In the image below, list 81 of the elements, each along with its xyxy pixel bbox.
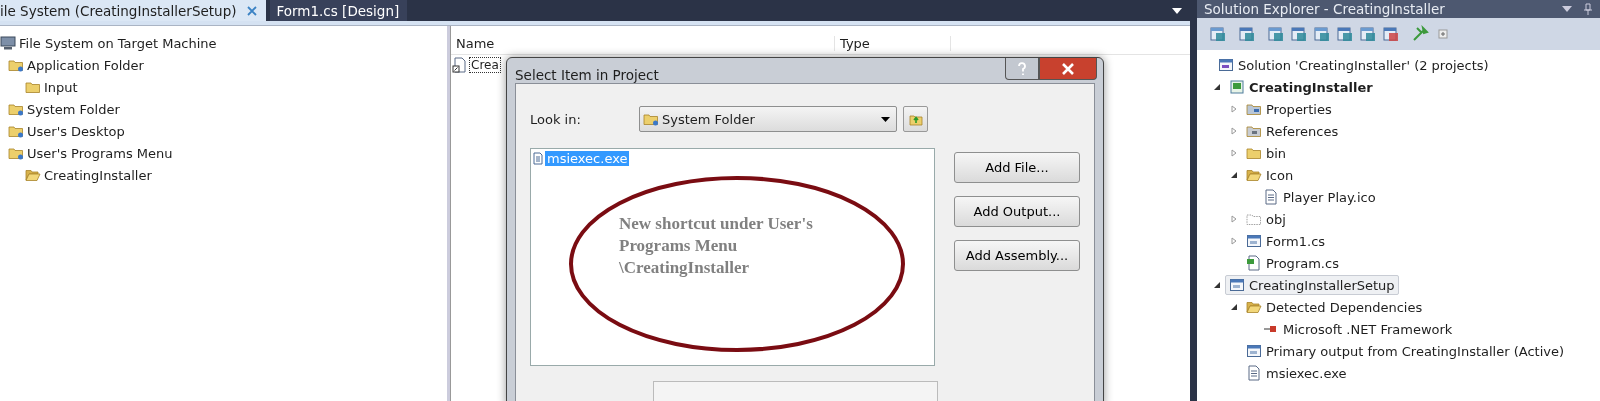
file-icon — [1246, 365, 1262, 381]
folder-icon — [1246, 101, 1262, 117]
tree-item[interactable]: CreatingInstallerSetup — [1225, 275, 1399, 295]
code-file-icon — [1246, 255, 1262, 271]
collapse-arrow-icon[interactable] — [1212, 83, 1221, 91]
expand-arrow-icon[interactable] — [1229, 127, 1238, 135]
help-button[interactable] — [1005, 58, 1039, 80]
expand-arrow-icon[interactable] — [1229, 215, 1238, 223]
close-icon[interactable] — [246, 4, 259, 17]
expand-arrow-icon[interactable] — [1229, 237, 1238, 245]
tree-item[interactable]: Icon — [1242, 165, 1298, 185]
collapse-arrow-icon[interactable] — [1212, 281, 1221, 289]
expand-arrow-icon[interactable] — [1229, 105, 1238, 113]
add-button[interactable]: Add Assembly... — [954, 240, 1080, 271]
tree-item[interactable]: Properties — [1242, 99, 1336, 119]
tree-item[interactable]: CreatingInstaller — [1225, 77, 1377, 97]
dropdown-arrow-icon — [881, 116, 890, 122]
folder-up-icon — [908, 112, 923, 126]
tree-item[interactable]: Player Play.ico — [1259, 187, 1380, 207]
tree-item[interactable]: User's Desktop — [27, 123, 125, 139]
column-header[interactable]: Name — [451, 35, 835, 51]
dashed-folder-icon — [1246, 211, 1262, 227]
folder-icon — [25, 79, 41, 95]
close-icon — [1061, 62, 1075, 75]
tree-item[interactable]: Input — [44, 79, 78, 95]
tree-item[interactable]: Program.cs — [1242, 253, 1343, 273]
collapse-arrow-icon[interactable] — [1229, 171, 1238, 179]
tree-item[interactable]: Microsoft .NET Framework — [1259, 319, 1457, 339]
tree-item[interactable]: Form1.cs — [1242, 231, 1330, 251]
computer-icon — [0, 35, 16, 51]
tree-item[interactable]: System Folder — [27, 101, 120, 117]
open-folder-icon — [25, 167, 41, 183]
expand-arrow-icon[interactable] — [1229, 149, 1238, 157]
window-icon[interactable] — [1336, 25, 1354, 43]
add-button[interactable]: Add File... — [954, 152, 1080, 183]
project-icon — [1229, 79, 1245, 95]
shortcut-icon — [452, 57, 468, 73]
look-in-dropdown[interactable]: System Folder — [639, 106, 897, 132]
annotation-text: New shortcut under User's Programs Menu \CreatingInstaller — [619, 213, 814, 279]
folder-icon — [8, 145, 24, 161]
tree-item[interactable]: Solution 'CreatingInstaller' (2 projects) — [1214, 55, 1493, 75]
window-icon — [1229, 277, 1245, 293]
tree-item[interactable]: User's Programs Menu — [27, 145, 173, 161]
tree-item[interactable]: Application Folder — [27, 57, 144, 73]
tree-item[interactable]: File System on Target Machine — [19, 35, 217, 51]
tree-item[interactable]: obj — [1242, 209, 1290, 229]
folder-icon — [1246, 123, 1262, 139]
tree-item[interactable]: bin — [1242, 143, 1291, 163]
pin-icon[interactable] — [1584, 3, 1592, 15]
up-folder-button[interactable] — [903, 106, 928, 132]
file-icon — [1263, 189, 1279, 205]
column-header[interactable]: Type — [835, 35, 951, 51]
tree-item[interactable]: Detected Dependencies — [1242, 297, 1427, 317]
list-window-icon[interactable] — [1209, 25, 1227, 43]
input-field[interactable] — [653, 381, 938, 401]
file-icon — [533, 152, 543, 165]
folder-icon — [643, 111, 659, 127]
collapse-arrow-icon[interactable] — [1229, 303, 1238, 311]
folder-icon — [8, 123, 24, 139]
folder-icon — [8, 57, 24, 73]
folder-icon — [8, 101, 24, 117]
dropdown-icon[interactable] — [1172, 7, 1182, 14]
open-folder-icon — [1246, 299, 1262, 315]
form-icon — [1246, 233, 1262, 249]
open-folder-icon — [1246, 167, 1262, 183]
tree-item[interactable]: Primary output from CreatingInstaller (Active) — [1242, 341, 1569, 361]
window-icon — [1246, 343, 1262, 359]
solution-icon — [1218, 57, 1234, 73]
dialog-title: Select Item in Project — [515, 67, 659, 83]
add-button[interactable]: Add Output... — [954, 196, 1080, 227]
folder-icon — [1246, 145, 1262, 161]
tree-item[interactable]: msiexec.exe — [1242, 363, 1351, 383]
document-tab[interactable]: Form1.cs [Design] — [270, 0, 408, 21]
question-icon — [1017, 61, 1027, 76]
tree-item[interactable]: CreatingInstaller — [44, 167, 152, 183]
look-in-label: Look in: — [530, 111, 582, 127]
panel-title: Solution Explorer - CreatingInstaller — [1204, 1, 1446, 17]
file-name[interactable]: Crea — [469, 57, 501, 73]
tree-item[interactable]: References — [1242, 121, 1343, 141]
document-tab[interactable]: ile System (CreatingInstallerSetup) — [0, 0, 267, 21]
close-button[interactable] — [1039, 58, 1097, 80]
